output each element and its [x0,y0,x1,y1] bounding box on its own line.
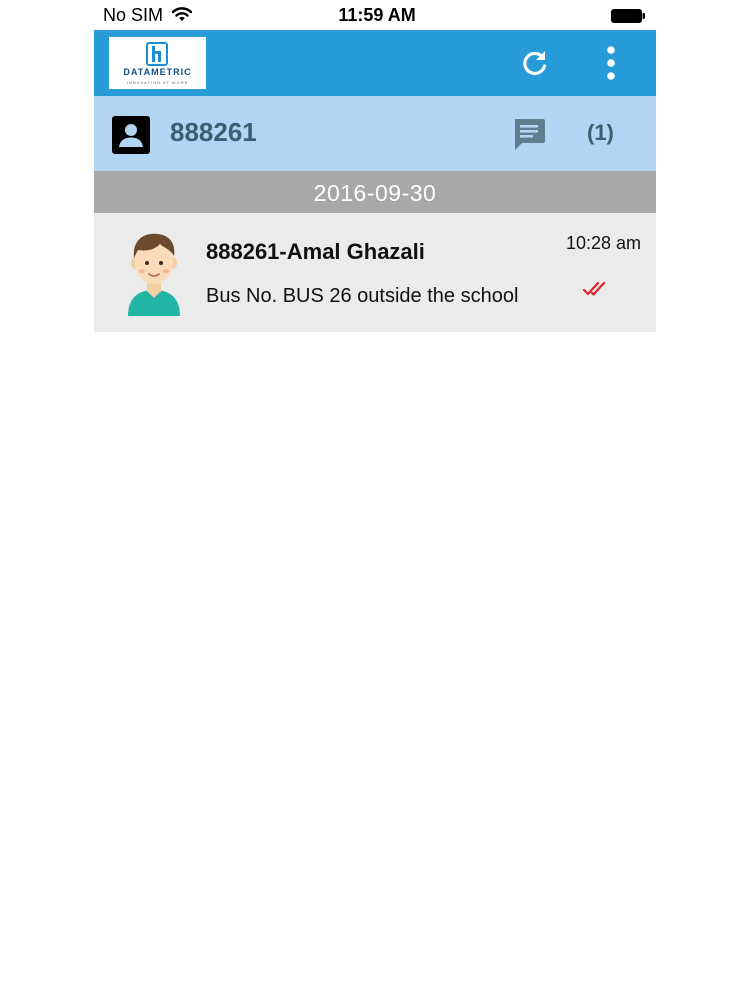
logo-wordmark: DATAMETRIC [123,67,192,77]
boy-avatar-icon [128,233,180,316]
battery-icon [611,9,645,23]
contact-header: 888261 (1) [94,96,656,171]
datametric-logo: DATAMETRIC INNOVATION AT WORK [109,37,206,89]
logo-tagline: INNOVATION AT WORK [126,80,189,85]
app-toolbar: DATAMETRIC INNOVATION AT WORK [94,30,656,96]
message-item[interactable]: 888261-Amal Ghazali 10:28 am Bus No. BUS… [94,213,656,332]
refresh-button[interactable] [518,46,552,80]
message-sender: 888261-Amal Ghazali [206,239,425,264]
contact-icon [112,116,150,154]
message-count: (1) [587,120,614,145]
contact-id: 888261 [170,117,257,147]
more-menu-button[interactable] [599,44,623,82]
date-divider: 2016-09-30 [94,171,656,213]
message-text: Bus No. BUS 26 outside the school [206,285,519,307]
message-time: 10:28 am [565,233,641,253]
app-frame: DATAMETRIC INNOVATION AT WORK 888261 (1)… [94,30,656,332]
status-bar: No SIM 11:59 AM [0,0,750,30]
double-check-icon [582,281,606,296]
chat-icon[interactable] [512,117,546,151]
logo-mark-icon [146,42,168,66]
